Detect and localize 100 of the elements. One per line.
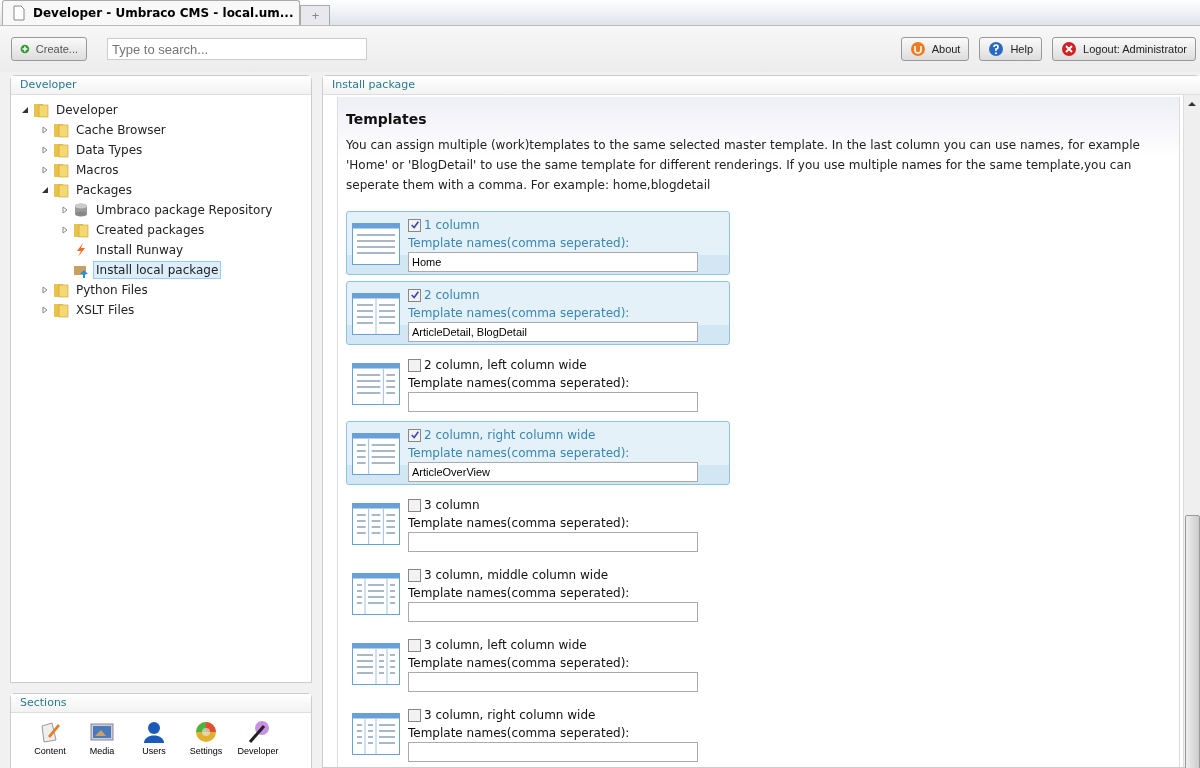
- folder-icon: [53, 142, 69, 158]
- template-names-field[interactable]: [408, 742, 698, 762]
- checkbox[interactable]: [408, 638, 421, 652]
- folder-icon: [53, 162, 69, 178]
- panel-title: Install package: [323, 76, 1200, 95]
- section-button[interactable]: Media: [78, 720, 126, 756]
- help-icon: [988, 41, 1005, 57]
- tree-item[interactable]: Python Files: [73, 281, 151, 299]
- tree-item[interactable]: Macros: [73, 161, 122, 179]
- browser-tab[interactable]: Developer - Umbraco CMS - local.um...: [2, 0, 301, 25]
- folder-icon: [53, 182, 69, 198]
- about-button[interactable]: About: [900, 37, 970, 61]
- template-name: 2 column: [424, 288, 480, 302]
- pencil-document-icon: [38, 720, 62, 744]
- magic-wand-icon: [246, 720, 270, 744]
- tree-item[interactable]: Umbraco package Repository: [93, 201, 276, 219]
- template-name: 2 column, left column wide: [424, 358, 587, 372]
- scrollbar[interactable]: [1183, 95, 1200, 767]
- section-button[interactable]: Users: [130, 720, 178, 756]
- template-name: 3 column, middle column wide: [424, 568, 609, 582]
- expand-arrow-icon[interactable]: [41, 286, 49, 294]
- folder-icon: [53, 302, 69, 318]
- tree-item[interactable]: Created packages: [93, 221, 208, 239]
- layout-icon: [352, 643, 400, 685]
- template-names-field[interactable]: ArticleOverView: [408, 462, 698, 482]
- close-icon: [1061, 41, 1078, 57]
- user-icon: [142, 720, 166, 744]
- layout-icon: [352, 503, 400, 545]
- expand-arrow-icon[interactable]: [41, 126, 49, 134]
- field-label: Template names(comma seperated):: [408, 236, 631, 250]
- section-button[interactable]: Settings: [182, 720, 230, 756]
- tree-item[interactable]: Data Types: [73, 141, 146, 159]
- checkbox[interactable]: [408, 428, 421, 442]
- create-button[interactable]: Create...: [11, 37, 87, 61]
- tree-item[interactable]: Install Runway: [93, 241, 187, 259]
- color-ball-icon: [194, 720, 218, 744]
- folder-icon: [53, 282, 69, 298]
- checkbox[interactable]: [408, 218, 421, 232]
- tree-item[interactable]: Packages: [73, 181, 135, 199]
- template-names-field[interactable]: [408, 672, 698, 692]
- expand-arrow-icon[interactable]: [61, 206, 69, 214]
- template-names-field[interactable]: Home: [408, 252, 698, 272]
- layout-icon: [352, 713, 400, 755]
- field-label: Template names(comma seperated):: [408, 726, 631, 740]
- section-heading: Templates: [346, 111, 428, 127]
- expand-arrow-icon[interactable]: [41, 306, 49, 314]
- search-field[interactable]: Type to search...: [107, 38, 367, 60]
- panel-title: Sections: [11, 694, 311, 713]
- section-button[interactable]: Developer: [234, 720, 282, 756]
- panel-title: Developer: [11, 76, 311, 95]
- template-names-field[interactable]: [408, 392, 698, 412]
- checkmark-icon: [409, 220, 420, 230]
- tree-item[interactable]: Cache Browser: [73, 121, 169, 139]
- field-label: Template names(comma seperated):: [408, 656, 631, 670]
- field-label: Template names(comma seperated):: [408, 306, 631, 320]
- template-name: 3 column, right column wide: [424, 708, 596, 722]
- field-label: Template names(comma seperated):: [408, 586, 631, 600]
- template-names-field[interactable]: [408, 602, 698, 622]
- expand-arrow-icon[interactable]: [41, 166, 49, 174]
- tree-item[interactable]: Install local package: [93, 261, 222, 279]
- collapse-arrow-icon[interactable]: [41, 186, 49, 194]
- field-label: Template names(comma seperated):: [408, 446, 631, 460]
- field-label: Template names(comma seperated):: [408, 516, 631, 530]
- checkmark-icon: [409, 290, 420, 300]
- template-names-field[interactable]: [408, 532, 698, 552]
- layout-icon: [352, 293, 400, 335]
- section-button[interactable]: Content: [26, 720, 74, 756]
- template-name: 3 column: [424, 498, 480, 512]
- template-name: 1 column: [424, 218, 480, 232]
- field-label: Template names(comma seperated):: [408, 376, 631, 390]
- tree-item[interactable]: XSLT Files: [73, 301, 138, 319]
- template-name: 2 column, right column wide: [424, 428, 596, 442]
- expand-arrow-icon[interactable]: [41, 146, 49, 154]
- layout-icon: [352, 363, 400, 405]
- tab-title: Developer - Umbraco CMS - local.um...: [33, 6, 294, 20]
- description-text: You can assign multiple (work)templates to the same selected master template. In the last column you can use names, for example 'Home' or 'BlogDetail' to use the same template for different renderings. If you use multiple names for the same template,you can seperate them with a comma. For example: home,blogdetail: [346, 137, 1141, 194]
- checkbox[interactable]: [408, 358, 421, 372]
- folder-icon: [33, 102, 49, 118]
- folder-icon: [73, 222, 89, 238]
- template-names-field[interactable]: ArticleDetail, BlogDetail: [408, 322, 698, 342]
- layout-icon: [352, 223, 400, 265]
- document-icon: [13, 5, 25, 21]
- help-button[interactable]: Help: [979, 37, 1043, 61]
- scrollbar-thumb[interactable]: [1184, 515, 1200, 768]
- layout-icon: [352, 433, 400, 475]
- scroll-up-arrow-icon[interactable]: [1187, 101, 1197, 107]
- folder-icon: [53, 122, 69, 138]
- checkbox[interactable]: [408, 568, 421, 582]
- checkbox[interactable]: [408, 288, 421, 302]
- template-name: 3 column, left column wide: [424, 638, 587, 652]
- checkbox[interactable]: [408, 498, 421, 512]
- collapse-arrow-icon[interactable]: [21, 106, 29, 114]
- logout-button[interactable]: Logout: Administrator: [1052, 37, 1196, 61]
- checkbox[interactable]: [408, 708, 421, 722]
- layout-icon: [352, 573, 400, 615]
- expand-arrow-icon[interactable]: [61, 226, 69, 234]
- picture-icon: [90, 720, 114, 744]
- database-icon: [73, 202, 89, 218]
- checkmark-icon: [409, 430, 420, 440]
- tree-item[interactable]: Developer: [53, 101, 121, 119]
